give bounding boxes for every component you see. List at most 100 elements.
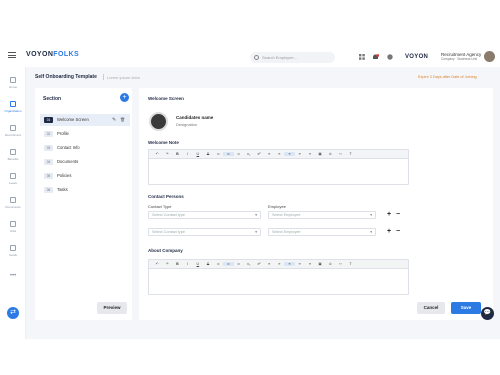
- align-left-icon[interactable]: ≡: [284, 262, 295, 266]
- sidebar-item-leave[interactable]: Leave: [0, 173, 26, 185]
- sidebar-item-documents[interactable]: Documents: [0, 197, 26, 209]
- link-icon[interactable]: ∞: [213, 262, 223, 266]
- align-left-icon[interactable]: ≡: [284, 152, 295, 156]
- embed-icon[interactable]: ⊙: [325, 152, 335, 156]
- welcome-screen-title: Welcome Screen: [148, 96, 184, 101]
- embed-icon[interactable]: ⊙: [325, 262, 335, 266]
- sidebar-item-goals[interactable]: Goals: [0, 245, 26, 257]
- align-center-icon[interactable]: ≡: [295, 262, 305, 266]
- link-icon[interactable]: ∞: [213, 152, 223, 156]
- employee-label: Employee: [268, 204, 286, 209]
- add-contact-button[interactable]: +: [387, 211, 391, 219]
- unlink-icon[interactable]: ∞: [234, 262, 244, 266]
- chevron-down-icon: ▾: [255, 230, 257, 234]
- add-section-button[interactable]: +: [120, 93, 129, 102]
- section-item-documents[interactable]: 04 Documents: [40, 156, 130, 168]
- jobs-icon: [10, 221, 16, 227]
- cancel-button[interactable]: Cancel: [417, 302, 445, 314]
- align-right-icon[interactable]: ≡: [305, 152, 315, 156]
- search-icon: [254, 55, 259, 60]
- section-item-policies[interactable]: 05 Policies: [40, 170, 130, 182]
- clear-format-icon[interactable]: T: [346, 152, 356, 156]
- ordered-list-icon[interactable]: ≡: [274, 152, 284, 156]
- clear-format-icon[interactable]: T: [346, 262, 356, 266]
- bell-icon[interactable]: [372, 54, 380, 60]
- subscript-icon[interactable]: x₂: [244, 262, 254, 266]
- preview-button[interactable]: Preview: [97, 302, 127, 314]
- align-right-icon[interactable]: ≡: [305, 262, 315, 266]
- company-brand: VOYON: [405, 54, 429, 60]
- chevron-down-icon: ▾: [370, 230, 372, 234]
- redo-icon[interactable]: ↷: [162, 152, 172, 156]
- section-item-tasks[interactable]: 06 Tasks: [40, 184, 130, 196]
- section-item-contact-info[interactable]: 03 Contact Info: [40, 142, 130, 154]
- sidebar-item-home[interactable]: Home: [0, 77, 26, 89]
- undo-icon[interactable]: ↶: [152, 262, 162, 266]
- italic-icon[interactable]: I: [183, 152, 193, 156]
- home-icon: [10, 77, 16, 83]
- contact-type-select-1[interactable]: Select Contact type ▾: [148, 211, 261, 219]
- bold-icon[interactable]: B: [172, 152, 182, 156]
- employee-select-2[interactable]: Select Employee ▾: [268, 228, 376, 236]
- chevron-down-icon: ▾: [370, 213, 372, 217]
- candidate-name: Candidates name: [176, 115, 214, 120]
- subscript-icon[interactable]: x₂: [244, 152, 254, 156]
- chevron-down-icon: ▾: [255, 213, 257, 217]
- underline-icon[interactable]: U: [193, 262, 203, 266]
- grid-icon[interactable]: [359, 54, 365, 60]
- list-icon[interactable]: ≡: [264, 152, 274, 156]
- section-title: Section: [43, 96, 62, 102]
- unlink-icon[interactable]: ∞: [234, 152, 244, 156]
- superscript-icon[interactable]: x²: [254, 262, 264, 266]
- align-center-icon[interactable]: ≡: [295, 152, 305, 156]
- superscript-icon[interactable]: x²: [254, 152, 264, 156]
- delete-icon[interactable]: 🗑: [120, 114, 125, 126]
- edit-icon[interactable]: ✎: [112, 114, 116, 126]
- image-icon[interactable]: ▣: [315, 152, 325, 156]
- section-item-profile[interactable]: 02 Profile: [40, 128, 130, 140]
- undo-icon[interactable]: ↶: [152, 152, 162, 156]
- image-icon[interactable]: ▣: [315, 262, 325, 266]
- expiry-note: Expire 2 Days after Date of Joining: [418, 75, 477, 79]
- sidebar-item-jobs[interactable]: Jobs: [0, 221, 26, 233]
- code-icon[interactable]: ‹›: [335, 152, 345, 156]
- agency-info[interactable]: Recruitment Agency Company · Business Uni…: [441, 52, 481, 62]
- search-input[interactable]: Search Employee...: [250, 52, 335, 63]
- add-contact-button-2[interactable]: +: [387, 228, 391, 236]
- contact-persons-title: Contact Persons: [148, 194, 184, 199]
- italic-icon[interactable]: I: [183, 262, 193, 266]
- link-icon-2[interactable]: ∞: [223, 262, 234, 266]
- ordered-list-icon[interactable]: ≡: [274, 262, 284, 266]
- bold-icon[interactable]: B: [172, 262, 182, 266]
- section-item-welcome[interactable]: 01 Welcome Screen ✎ 🗑: [40, 114, 130, 126]
- welcome-note-title: Welcome Note: [148, 140, 179, 145]
- help-icon[interactable]: [387, 54, 393, 60]
- menu-icon[interactable]: [8, 52, 16, 58]
- strike-icon[interactable]: S: [203, 152, 213, 156]
- sidebar-item-organization[interactable]: Organization: [0, 101, 26, 113]
- sidebar-item-benefits[interactable]: Benefits: [0, 149, 26, 161]
- employee-select-1[interactable]: Select Employee ▾: [268, 211, 376, 219]
- about-company-editor[interactable]: ↶ ↷ B I U S ∞ ∞ ∞ x₂ x² ≡ ≡ ≡ ≡ ≡ ▣ ⊙ ‹›…: [148, 259, 409, 295]
- sidebar-item-more[interactable]: •••: [0, 273, 26, 279]
- remove-contact-button[interactable]: −: [396, 211, 400, 219]
- link-icon-2[interactable]: ∞: [223, 152, 234, 156]
- organization-icon: [10, 101, 16, 107]
- candidate-designation: Designation: [176, 122, 198, 127]
- list-icon[interactable]: ≡: [264, 262, 274, 266]
- strike-icon[interactable]: S: [203, 262, 213, 266]
- redo-icon[interactable]: ↷: [162, 262, 172, 266]
- user-avatar[interactable]: [484, 51, 495, 62]
- code-icon[interactable]: ‹›: [335, 262, 345, 266]
- editor-toolbar: ↶ ↷ B I U S ∞ ∞ ∞ x₂ x² ≡ ≡ ≡ ≡ ≡ ▣ ⊙ ‹›…: [149, 260, 408, 269]
- title-divider: [103, 74, 104, 80]
- contact-type-select-2[interactable]: Select Contact type ▾: [148, 228, 261, 236]
- benefits-icon: [10, 149, 16, 155]
- switch-fab-button[interactable]: ⇄: [7, 307, 19, 319]
- save-button[interactable]: Save: [451, 302, 481, 314]
- sidebar-item-recruitment[interactable]: Recruitment: [0, 125, 26, 137]
- underline-icon[interactable]: U: [193, 152, 203, 156]
- remove-contact-button-2[interactable]: −: [396, 228, 400, 236]
- chat-icon[interactable]: 💬: [481, 307, 494, 320]
- welcome-note-editor[interactable]: ↶ ↷ B I U S ∞ ∞ ∞ x₂ x² ≡ ≡ ≡ ≡ ≡ ▣ ⊙ ‹›…: [148, 149, 409, 185]
